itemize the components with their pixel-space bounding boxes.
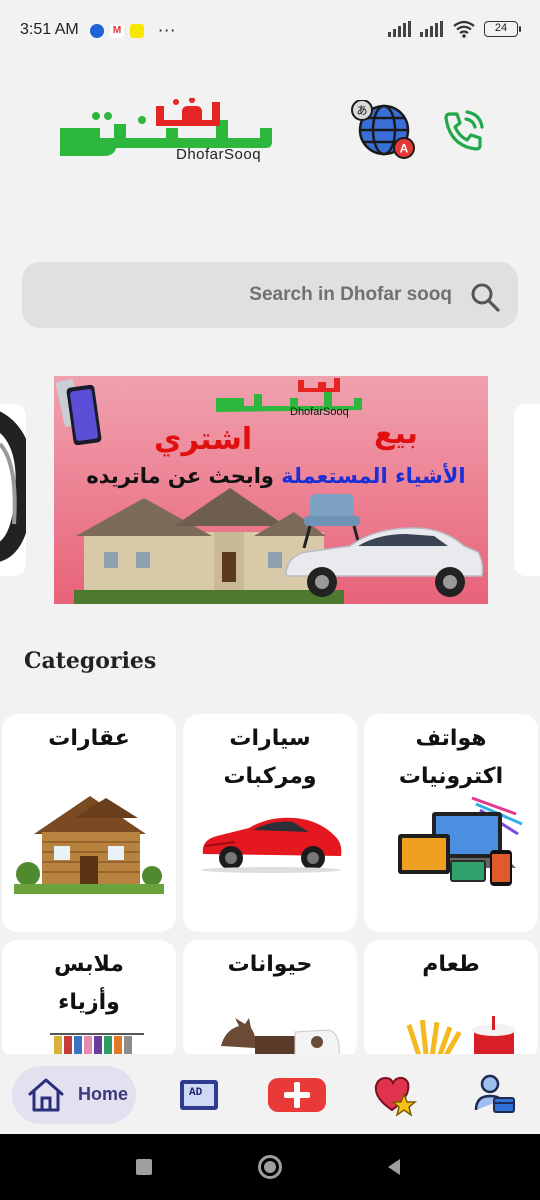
category-label: حيوانات <box>183 946 357 984</box>
more-notifications-icon: ··· <box>158 21 177 40</box>
gmail-icon: M <box>110 23 124 38</box>
ad-icon-label: AD <box>189 1087 203 1099</box>
category-label-line1: حيوانات <box>227 952 313 977</box>
back-button[interactable] <box>384 1157 404 1177</box>
categories-heading: Categories <box>24 648 157 674</box>
carousel-next-slide[interactable] <box>514 404 540 576</box>
house-image <box>14 796 164 894</box>
home-icon <box>28 1078 64 1112</box>
nav-ads-button[interactable]: AD <box>176 1072 222 1118</box>
car-image <box>201 817 342 873</box>
carousel-previous-slide[interactable] <box>0 404 26 576</box>
electronics-image <box>398 796 523 886</box>
category-label: عقارات <box>2 720 176 758</box>
status-time: 3:51 AM <box>20 21 79 38</box>
category-card-electronics[interactable]: هواتف اكترونيات <box>364 714 538 932</box>
category-card-clothes[interactable]: ملابس وأزياء <box>2 940 176 1060</box>
category-card-animals[interactable]: حيوانات <box>183 940 357 1060</box>
recent-apps-button[interactable] <box>136 1159 152 1175</box>
category-label-line2: وأزياء <box>58 990 120 1015</box>
call-button[interactable] <box>440 106 488 154</box>
headphones-image <box>0 412 26 562</box>
svg-text:あ: あ <box>357 104 368 117</box>
status-bar: 3:51 AM M ··· 24 <box>0 0 540 64</box>
language-globe-icon: あ A <box>351 99 415 159</box>
category-label-line1: ملابس <box>54 952 124 977</box>
category-label-line1: عقارات <box>48 726 130 751</box>
home-system-button-inner <box>264 1161 276 1173</box>
bottom-navigation: Home AD <box>0 1054 540 1134</box>
search-icon[interactable] <box>468 280 502 314</box>
svg-text:A: A <box>400 142 409 156</box>
search-bar[interactable] <box>22 262 518 328</box>
add-icon <box>268 1078 326 1112</box>
nav-add-post-button[interactable] <box>266 1072 328 1118</box>
category-label-line1: طعام <box>422 952 480 977</box>
category-label-line2: ومركبات <box>223 764 317 789</box>
chat-app-icon <box>90 23 104 38</box>
promo-banner[interactable]: DhofarSooq بيع اشتري الأشياء المستعملة و… <box>54 376 488 604</box>
wifi-icon <box>453 20 475 38</box>
battery-icon: 24 <box>484 21 521 37</box>
signal-icon-2 <box>420 21 443 37</box>
status-notification-icons: M ··· <box>90 21 176 40</box>
banner-illustrations <box>74 488 484 604</box>
phone-icon <box>444 110 484 151</box>
snapchat-icon <box>130 23 144 38</box>
language-button[interactable]: あ A <box>350 99 418 160</box>
home-system-button[interactable] <box>258 1155 282 1179</box>
category-label: سيارات ومركبات <box>183 720 357 796</box>
category-card-real-estate[interactable]: عقارات <box>2 714 176 932</box>
status-system-icons: 24 <box>388 20 521 38</box>
category-label-line1: سيارات <box>229 726 311 751</box>
category-card-food[interactable]: طعام <box>364 940 538 1060</box>
category-card-cars[interactable]: سيارات ومركبات <box>183 714 357 932</box>
nav-home-button[interactable]: Home <box>12 1066 136 1124</box>
logo-english-text: DhofarSooq <box>176 146 262 163</box>
system-navigation-bar <box>0 1134 540 1200</box>
category-label: ملابس وأزياء <box>2 946 176 1022</box>
category-label-line1: هواتف <box>415 726 487 751</box>
signal-icon <box>388 21 411 37</box>
category-label: طعام <box>364 946 538 984</box>
category-label: هواتف اكترونيات <box>364 720 538 796</box>
nav-profile-button[interactable] <box>472 1072 518 1118</box>
profile-icon <box>474 1074 515 1113</box>
nav-favorites-button[interactable] <box>372 1072 418 1118</box>
nav-home-label: Home <box>78 1084 129 1104</box>
favorites-icon <box>374 1076 418 1117</box>
search-input[interactable] <box>42 262 452 328</box>
category-label-line2: اكترونيات <box>398 764 504 789</box>
